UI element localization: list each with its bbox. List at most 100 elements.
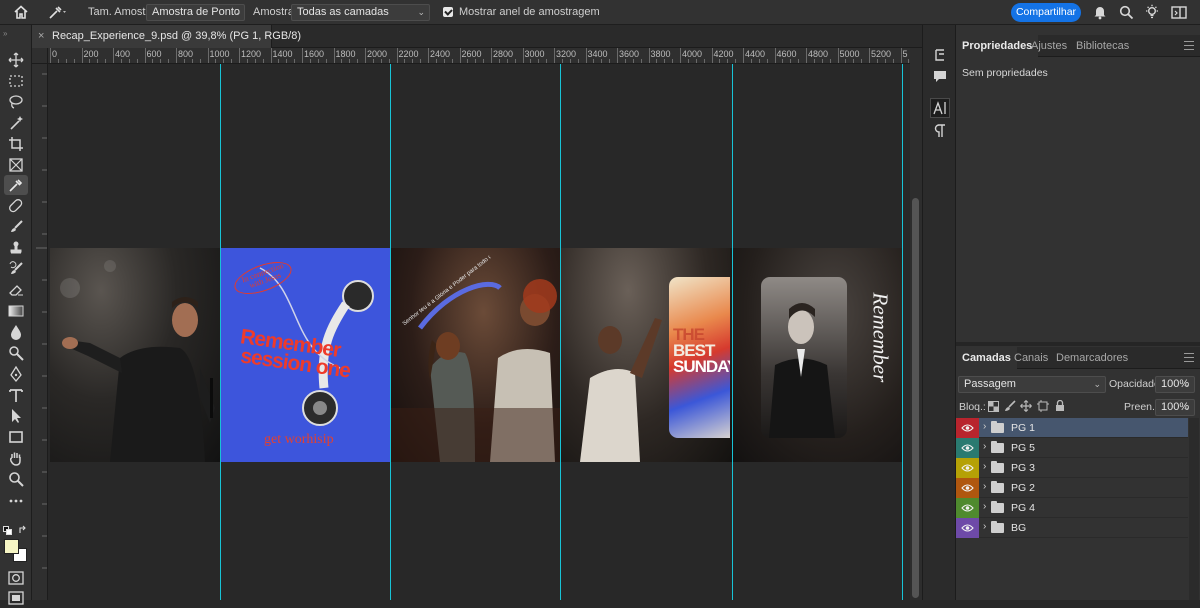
zoom-tool-icon[interactable] [4,469,28,489]
comments-panel-icon[interactable] [930,66,950,86]
screen-mode-icon[interactable] [4,588,28,608]
lightbulb-icon[interactable] [1144,4,1160,20]
vertical-scrollbar[interactable] [910,48,922,600]
lasso-tool-icon[interactable] [4,92,28,112]
expand-arrow-icon[interactable]: › [983,421,986,432]
layer-row-pg5[interactable]: › PG 5 [956,438,1188,458]
tab-adjustments[interactable]: Ajustes [1025,35,1073,57]
layer-row-pg3[interactable]: › PG 3 [956,458,1188,478]
artboard-panel-3[interactable]: Senhor teu é a Glória e Poder para todo … [390,248,560,462]
foreground-color-swatch[interactable] [4,539,19,554]
lock-transparent-icon[interactable] [988,401,999,412]
vertical-ruler[interactable] [32,64,48,600]
eyedropper-preset-icon[interactable] [48,5,68,20]
lock-all-icon[interactable] [1055,400,1065,412]
home-icon[interactable] [13,4,29,20]
visibility-eye-icon[interactable] [956,418,979,438]
move-tool-icon[interactable] [4,50,28,70]
artboard-panel-4[interactable]: THE BEST SUNDAY [560,248,730,462]
path-selection-tool-icon[interactable] [4,406,28,426]
gradient-tool-icon[interactable] [4,301,28,321]
document-tab[interactable]: × Recap_Experience_9.psd @ 39,8% (PG 1, … [32,25,301,48]
fill-input[interactable]: 100% ⌄ [1155,399,1195,416]
swap-colors-icon[interactable] [18,525,28,535]
ruler-origin[interactable] [32,48,48,64]
pen-tool-icon[interactable] [4,364,28,384]
show-ring-checkbox[interactable] [443,7,453,17]
tab-channels[interactable]: Canais [1008,347,1054,369]
ruler-minor-tick [254,59,256,63]
expand-arrow-icon[interactable]: › [983,501,986,512]
quick-mask-icon[interactable] [4,568,28,588]
properties-tab-bar: Propriedades Ajustes Bibliotecas [956,35,1200,57]
visibility-eye-icon[interactable] [956,458,979,478]
guide-line[interactable] [560,64,561,600]
type-tool-icon[interactable] [4,385,28,405]
visibility-eye-icon[interactable] [956,478,979,498]
default-colors-icon[interactable] [3,526,13,536]
toolbar-collapse-icon[interactable]: » [3,29,7,38]
canvas-area[interactable]: In connection with Jesus Remember sessio… [48,64,908,600]
scroll-thumb[interactable] [912,198,919,598]
layer-row-pg4[interactable]: › PG 4 [956,498,1188,518]
panel-menu-icon[interactable] [1184,353,1194,362]
artboard-panel-5[interactable]: Remember [730,248,902,462]
bell-icon[interactable] [1093,5,1107,20]
lock-artboard-icon[interactable] [1037,400,1049,412]
ruler-minor-tick [412,59,414,63]
healing-brush-tool-icon[interactable] [4,196,28,216]
hand-tool-icon[interactable] [4,448,28,468]
sample-size-select[interactable]: Amostra de Ponto ⌄ [146,4,245,21]
history-panel-icon[interactable] [930,45,950,65]
lock-position-icon[interactable] [1020,400,1032,412]
visibility-eye-icon[interactable] [956,498,979,518]
paragraph-panel-icon[interactable] [930,121,950,141]
artboard-panel-2[interactable]: In connection with Jesus Remember sessio… [220,248,390,462]
horizontal-ruler[interactable]: 0 200 400 600 800 1000 1200 1400 1600 1800 2000 220… [48,48,910,64]
character-panel-icon[interactable] [930,98,950,118]
ruler-tick [207,48,209,63]
clone-stamp-tool-icon[interactable] [4,238,28,258]
layer-row-pg2[interactable]: › PG 2 [956,478,1188,498]
tab-libraries[interactable]: Bibliotecas [1070,35,1135,57]
lock-pixels-icon[interactable] [1004,400,1016,412]
expand-arrow-icon[interactable]: › [983,481,986,492]
more-tools-icon[interactable] [4,491,28,511]
layer-row-bg[interactable]: › BG [956,518,1188,538]
guide-line[interactable] [390,64,391,600]
visibility-eye-icon[interactable] [956,438,979,458]
brush-tool-icon[interactable] [4,217,28,237]
eyedropper-tool-icon[interactable] [4,175,28,195]
opacity-input[interactable]: 100% ⌄ [1155,376,1195,393]
visibility-eye-icon[interactable] [956,518,979,538]
tab-paths[interactable]: Demarcadores [1050,347,1134,369]
panel-menu-icon[interactable] [1184,41,1194,50]
close-tab-icon[interactable]: × [38,25,44,48]
expand-arrow-icon[interactable]: › [983,461,986,472]
crop-tool-icon[interactable] [4,134,28,154]
frame-tool-icon[interactable] [4,155,28,175]
panel-divider[interactable] [956,342,1200,346]
artboard-panel-1[interactable] [50,248,220,462]
share-button[interactable]: Compartilhar [1011,3,1081,22]
layers-scrollbar[interactable] [1189,418,1199,600]
blur-tool-icon[interactable] [4,322,28,342]
ruler-minor-tick [183,59,185,63]
guide-line[interactable] [902,64,903,600]
dodge-tool-icon[interactable] [4,343,28,363]
guide-line[interactable] [732,64,733,600]
eraser-tool-icon[interactable] [4,280,28,300]
workspace-icon[interactable] [1171,5,1187,20]
guide-line[interactable] [220,64,221,600]
folder-icon [991,521,1004,533]
sample-select[interactable]: Todas as camadas ⌄ [291,4,430,21]
blend-mode-select[interactable]: Passagem ⌄ [958,376,1106,393]
search-icon[interactable] [1119,5,1134,20]
expand-arrow-icon[interactable]: › [983,441,986,452]
marquee-tool-icon[interactable] [4,71,28,91]
layer-row-pg1[interactable]: › PG 1 [956,418,1188,438]
object-selection-tool-icon[interactable] [4,113,28,133]
expand-arrow-icon[interactable]: › [983,521,986,532]
history-brush-tool-icon[interactable] [4,259,28,279]
rectangle-tool-icon[interactable] [4,427,28,447]
